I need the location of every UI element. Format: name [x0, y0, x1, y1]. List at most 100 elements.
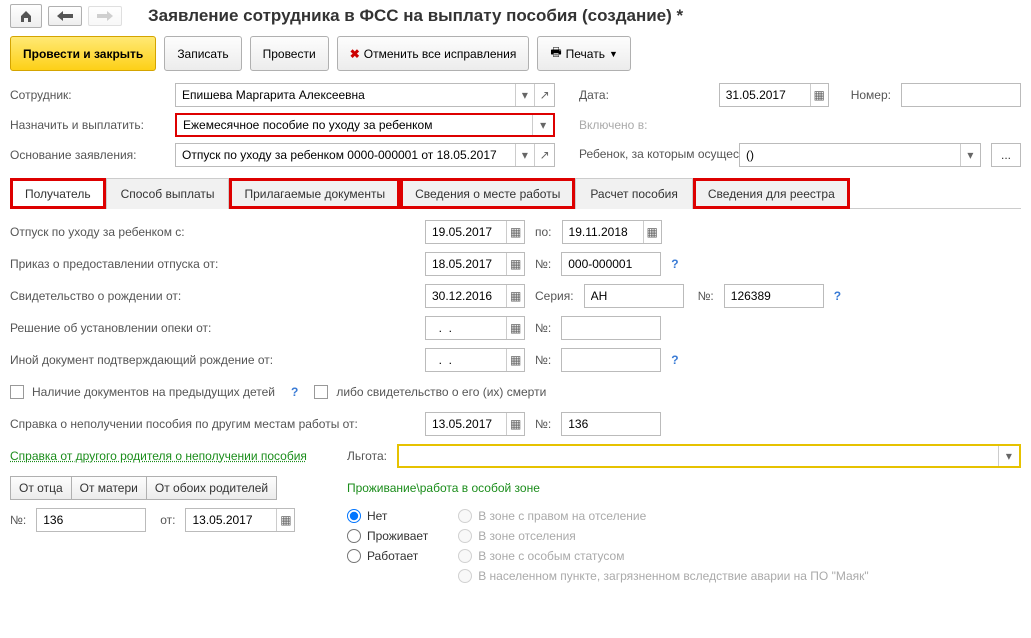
nonreceipt-num-label: №:	[535, 417, 551, 431]
zone-header: Проживание\работа в особой зоне	[347, 481, 540, 495]
basis-label: Основание заявления:	[10, 148, 165, 162]
dropdown-icon[interactable]: ▾	[532, 115, 553, 135]
nonreceipt-num-field[interactable]	[561, 412, 661, 436]
print-button[interactable]: 🖶Печать▼	[537, 36, 631, 71]
other-parent-link[interactable]: Справка от другого родителя о неполучени…	[10, 449, 307, 463]
calendar-icon[interactable]: ▦	[506, 221, 524, 243]
guardian-from-label: Решение об установлении опеки от:	[10, 321, 415, 335]
from-both-button[interactable]: От обоих родителей	[147, 476, 277, 500]
back-button[interactable]	[48, 6, 82, 26]
zone-resettle-radio: В зоне с правом на отселение	[458, 509, 868, 523]
nonreceipt-label: Справка о неполучении пособия по другим …	[10, 417, 415, 431]
benefit-label: Льгота:	[347, 449, 387, 463]
spr-num-field[interactable]	[36, 508, 146, 532]
prev-kids-checkbox[interactable]	[10, 385, 24, 399]
spr-from-label: от:	[160, 513, 175, 527]
series-label: Серия:	[535, 289, 574, 303]
tab-calc[interactable]: Расчет пособия	[575, 178, 693, 209]
calendar-icon[interactable]: ▦	[810, 84, 828, 106]
zone-ot-radio: В зоне отселения	[458, 529, 868, 543]
leave-to-field[interactable]: ▦	[562, 220, 662, 244]
open-icon[interactable]: ↗	[534, 84, 554, 106]
leave-from-field[interactable]: ▦	[425, 220, 525, 244]
page-title: Заявление сотрудника в ФСС на выплату по…	[148, 6, 683, 26]
help-icon[interactable]: ?	[291, 385, 298, 399]
calendar-icon[interactable]: ▦	[276, 509, 294, 531]
order-from-label: Приказ о предоставлении отпуска от:	[10, 257, 415, 271]
zone-none-radio[interactable]: Нет	[347, 509, 428, 523]
or-death-label: либо свидетельство о его (их) смерти	[336, 385, 546, 399]
to-label: по:	[535, 225, 552, 239]
cert-num-field[interactable]	[724, 284, 824, 308]
tab-payment-method[interactable]: Способ выплаты	[106, 178, 230, 209]
child-cared-field[interactable]: ▾	[739, 143, 981, 167]
guardian-num-field[interactable]	[561, 316, 661, 340]
tab-registry[interactable]: Сведения для реестра	[693, 178, 850, 209]
zone-mayak-radio: В населенном пункте, загрязненном вследс…	[458, 569, 868, 583]
tab-workplace[interactable]: Сведения о месте работы	[400, 178, 575, 209]
prev-kids-label: Наличие документов на предыдущих детей	[32, 385, 275, 399]
parent-source-segment[interactable]: От отца От матери От обоих родителей	[10, 476, 277, 500]
forward-button[interactable]	[88, 6, 122, 26]
assign-pay-label: Назначить и выплатить:	[10, 118, 165, 132]
calendar-icon[interactable]: ▦	[506, 285, 524, 307]
more-button[interactable]: ...	[991, 143, 1021, 167]
printer-icon: 🖶	[550, 43, 561, 64]
dropdown-icon[interactable]: ▾	[998, 446, 1019, 466]
from-mother-button[interactable]: От матери	[72, 476, 147, 500]
guardian-date-field[interactable]: ▦	[425, 316, 525, 340]
spr-num-label: №:	[10, 513, 26, 527]
write-button[interactable]: Записать	[164, 36, 241, 71]
zone-status-radio: В зоне с особым статусом	[458, 549, 868, 563]
date-label: Дата:	[579, 88, 609, 102]
calendar-icon[interactable]: ▦	[506, 349, 524, 371]
tab-recipient[interactable]: Получатель	[10, 178, 106, 209]
help-icon[interactable]: ?	[671, 353, 678, 367]
num-label: №:	[535, 257, 551, 271]
order-num-field[interactable]	[561, 252, 661, 276]
home-button[interactable]	[10, 4, 42, 28]
calendar-icon[interactable]: ▦	[506, 413, 524, 435]
dropdown-icon[interactable]: ▾	[515, 84, 535, 106]
cancel-icon: ✖	[350, 47, 360, 61]
calendar-icon[interactable]: ▦	[506, 253, 524, 275]
spr-date-field[interactable]: ▦	[185, 508, 295, 532]
cert-num-label: №:	[698, 289, 714, 303]
cancel-all-button[interactable]: ✖Отменить все исправления	[337, 36, 530, 71]
basis-field[interactable]: ▾ ↗	[175, 143, 555, 167]
employee-field[interactable]: ▾ ↗	[175, 83, 555, 107]
other-date-field[interactable]: ▦	[425, 348, 525, 372]
dropdown-icon[interactable]: ▾	[515, 144, 535, 166]
assign-pay-field[interactable]: ▾	[175, 113, 555, 137]
chevron-down-icon: ▼	[609, 49, 618, 59]
cert-from-label: Свидетельство о рождении от:	[10, 289, 415, 303]
other-doc-label: Иной документ подтверждающий рождение от…	[10, 353, 415, 367]
leave-from-label: Отпуск по уходу за ребенком с:	[10, 225, 415, 239]
order-date-field[interactable]: ▦	[425, 252, 525, 276]
open-icon[interactable]: ↗	[534, 144, 554, 166]
other-num-label: №:	[535, 353, 551, 367]
date-field[interactable]: ▦	[719, 83, 829, 107]
child-cared-label: Ребенок, за которым осуществляется уход:	[579, 148, 729, 161]
cert-series-field[interactable]	[584, 284, 684, 308]
post-close-button[interactable]: Провести и закрыть	[10, 36, 156, 71]
other-num-field[interactable]	[561, 348, 661, 372]
post-button[interactable]: Провести	[250, 36, 329, 71]
number-field[interactable]	[901, 83, 1021, 107]
or-death-checkbox[interactable]	[314, 385, 328, 399]
help-icon[interactable]: ?	[834, 289, 841, 303]
zone-works-radio[interactable]: Работает	[347, 549, 428, 563]
employee-label: Сотрудник:	[10, 88, 165, 102]
help-icon[interactable]: ?	[671, 257, 678, 271]
nonreceipt-date-field[interactable]: ▦	[425, 412, 525, 436]
dropdown-icon[interactable]: ▾	[960, 144, 980, 166]
tab-documents[interactable]: Прилагаемые документы	[229, 178, 400, 209]
from-father-button[interactable]: От отца	[10, 476, 72, 500]
calendar-icon[interactable]: ▦	[643, 221, 661, 243]
included-in-label: Включено в:	[579, 118, 647, 132]
cert-date-field[interactable]: ▦	[425, 284, 525, 308]
guardian-num-label: №:	[535, 321, 551, 335]
zone-lives-radio[interactable]: Проживает	[347, 529, 428, 543]
benefit-field[interactable]: ▾	[397, 444, 1021, 468]
calendar-icon[interactable]: ▦	[506, 317, 524, 339]
